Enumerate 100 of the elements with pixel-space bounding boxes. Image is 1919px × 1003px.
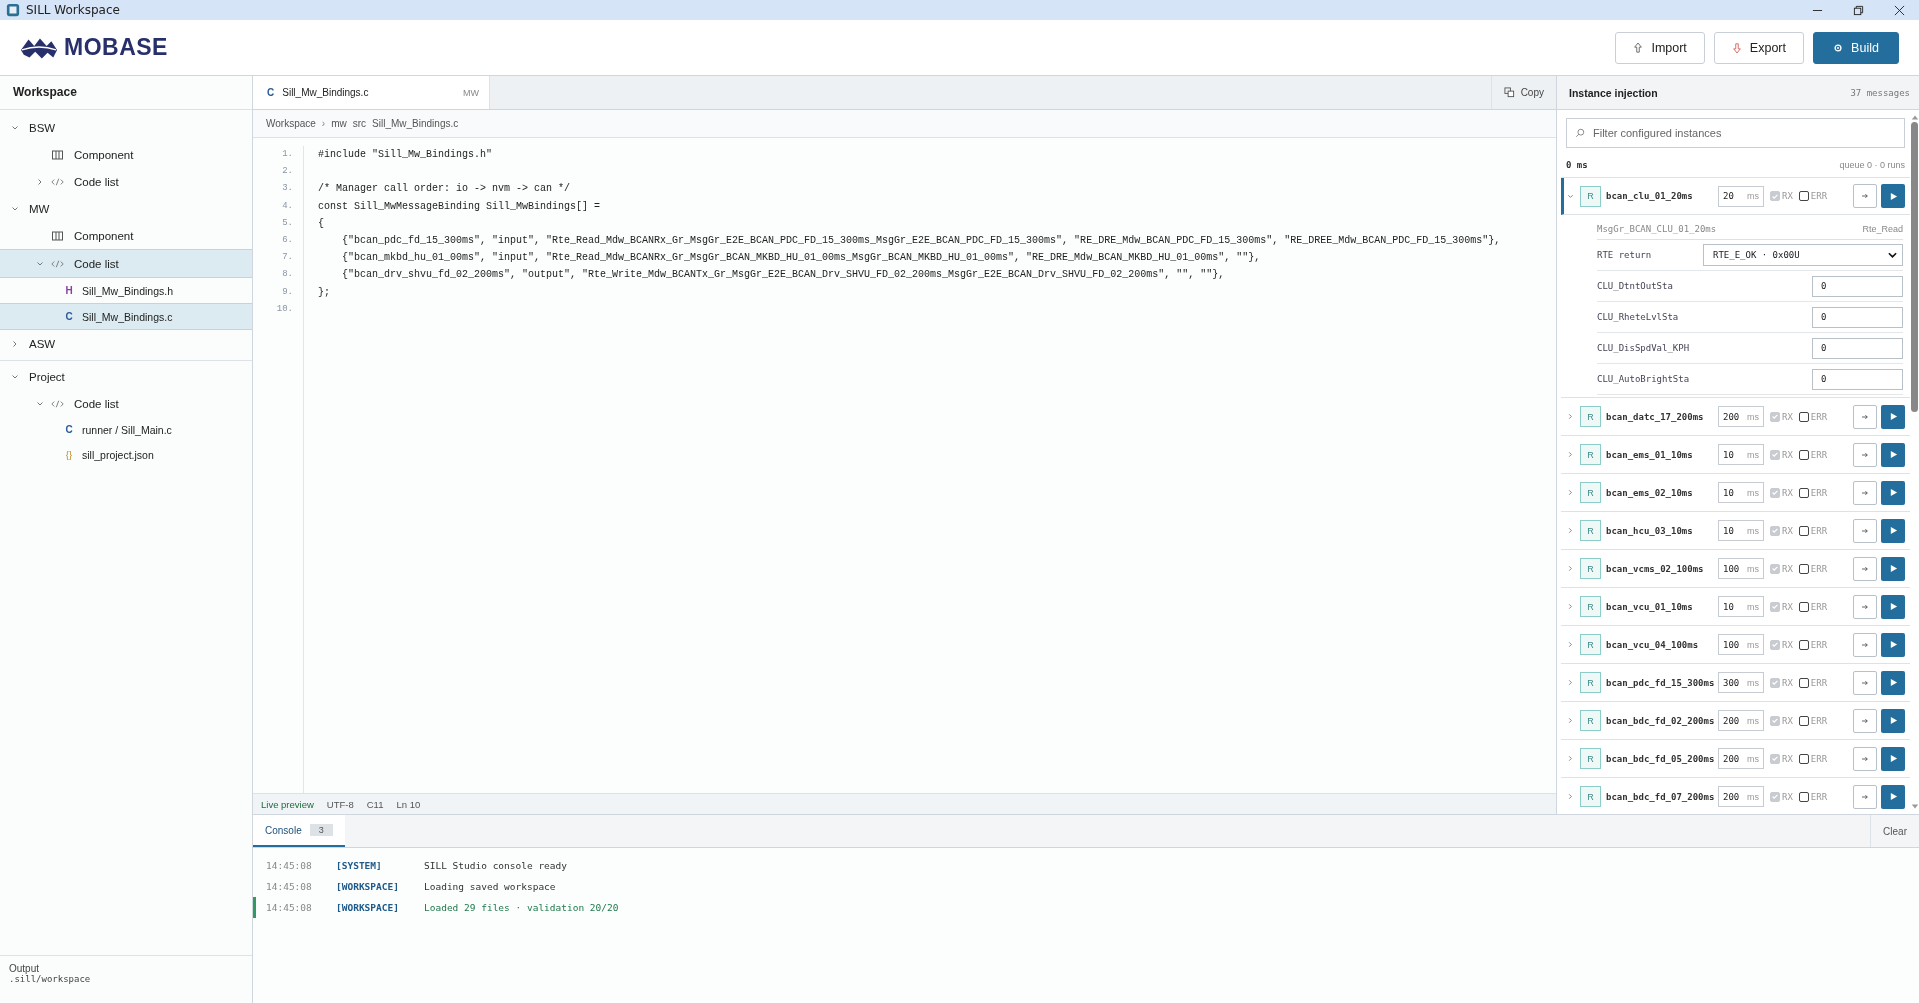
rx-checkbox[interactable] (1770, 449, 1780, 460)
instance-row[interactable]: R bcan_pdc_fd_15_300ms 300 ms RX ERR (1561, 664, 1910, 702)
tree-file[interactable]: C Sill_Mw_Bindings.c (0, 303, 252, 330)
chevron-icon[interactable] (11, 123, 19, 132)
tree-section[interactable]: BSW (0, 114, 252, 141)
clear-button[interactable]: Clear (1870, 815, 1919, 847)
build-button[interactable]: Build (1813, 31, 1899, 64)
err-checkbox[interactable] (1798, 449, 1809, 460)
period-field[interactable]: 200 ms (1718, 406, 1764, 427)
err-checkbox[interactable] (1798, 411, 1809, 422)
chevron-icon[interactable] (1567, 717, 1574, 724)
period-field[interactable]: 10 ms (1718, 520, 1764, 541)
instance-row[interactable]: R bcan_datc_17_200ms 200 ms RX ERR (1561, 398, 1910, 436)
copy-button[interactable]: Copy (1490, 76, 1556, 109)
instance-row[interactable]: R bcan_hcu_03_10ms 10 ms RX ERR (1561, 512, 1910, 550)
play-button[interactable] (1881, 784, 1905, 809)
rx-checkbox[interactable] (1770, 677, 1780, 688)
period-field[interactable]: 300 ms (1718, 672, 1764, 693)
err-checkbox[interactable] (1798, 677, 1809, 688)
tree-item[interactable]: Component (0, 141, 252, 168)
rx-checkbox[interactable] (1770, 639, 1780, 650)
chevron-icon[interactable] (1567, 527, 1574, 534)
play-button[interactable] (1881, 556, 1905, 581)
instance-row[interactable]: R bcan_clu_01_20ms 20 ms RX ERR (1561, 178, 1910, 215)
rx-checkbox[interactable] (1770, 487, 1780, 498)
err-checkbox[interactable] (1798, 525, 1809, 536)
maximize-icon[interactable] (1853, 4, 1864, 16)
rx-checkbox[interactable] (1770, 715, 1780, 726)
export-button[interactable]: Export (1713, 31, 1804, 64)
breadcrumb-item[interactable]: Sill_Mw_Bindings.c (372, 118, 459, 129)
rx-checkbox[interactable] (1770, 563, 1780, 574)
play-button[interactable] (1881, 480, 1905, 505)
chevron-icon[interactable] (11, 204, 19, 213)
period-field[interactable]: 200 ms (1718, 748, 1764, 769)
chevron-icon[interactable] (36, 259, 44, 268)
tree-item[interactable]: Code list (0, 249, 252, 278)
play-button[interactable] (1881, 184, 1905, 208)
instance-row[interactable]: R bcan_vcms_02_100ms 100 ms RX ERR (1561, 550, 1910, 588)
period-field[interactable]: 200 ms (1718, 786, 1764, 807)
scroll-down-icon[interactable] (1910, 804, 1919, 810)
tree-file[interactable]: {} sill_project.json (0, 442, 252, 467)
rx-checkbox[interactable] (1770, 525, 1780, 536)
chevron-icon[interactable] (1567, 603, 1574, 610)
instance-row[interactable]: R bcan_bdc_fd_02_200ms 200 ms RX ERR (1561, 702, 1910, 740)
tree-section[interactable]: Project (0, 363, 252, 390)
chevron-icon[interactable] (1567, 755, 1574, 762)
rx-checkbox[interactable] (1770, 791, 1780, 802)
period-field[interactable]: 10 ms (1718, 596, 1764, 617)
return-dropdown[interactable]: RTE_E_OK · 0x00U (1703, 244, 1903, 266)
chevron-icon[interactable] (1567, 641, 1574, 648)
tree-item[interactable]: Code list (0, 168, 252, 195)
rx-checkbox[interactable] (1770, 601, 1780, 612)
play-button[interactable] (1881, 746, 1905, 771)
scroll-up-icon[interactable] (1910, 114, 1919, 120)
period-field[interactable]: 200 ms (1718, 710, 1764, 731)
period-field[interactable]: 20 ms (1718, 185, 1764, 207)
period-field[interactable]: 100 ms (1718, 634, 1764, 655)
period-field[interactable]: 10 ms (1718, 444, 1764, 465)
chevron-icon[interactable] (36, 399, 44, 408)
chevron-icon[interactable] (1567, 679, 1574, 686)
file-tab[interactable]: C Sill_Mw_Bindings.c MW (253, 76, 490, 109)
err-checkbox[interactable] (1798, 563, 1809, 574)
err-checkbox[interactable] (1798, 639, 1809, 650)
chevron-icon[interactable] (36, 177, 44, 186)
instance-row[interactable]: R bcan_vcu_01_10ms 10 ms RX ERR (1561, 588, 1910, 626)
tree-file[interactable]: H Sill_Mw_Bindings.h (0, 278, 252, 303)
instance-row[interactable]: R bcan_vcu_04_100ms 100 ms RX ERR (1561, 626, 1910, 664)
tree-item[interactable]: Component (0, 222, 252, 249)
signal-value-field[interactable]: 0 (1812, 275, 1903, 297)
err-checkbox[interactable] (1798, 715, 1809, 726)
chevron-icon[interactable] (1567, 793, 1574, 800)
period-field[interactable]: 100 ms (1718, 558, 1764, 579)
instance-row[interactable]: R bcan_ems_01_10ms 10 ms RX ERR (1561, 436, 1910, 474)
breadcrumb-item[interactable]: mw (331, 118, 347, 129)
chevron-icon[interactable] (1567, 192, 1574, 200)
instance-row[interactable]: R bcan_bdc_fd_05_200ms 200 ms RX ERR (1561, 740, 1910, 778)
play-button[interactable] (1881, 594, 1905, 619)
err-checkbox[interactable] (1798, 601, 1809, 612)
chevron-icon[interactable] (1567, 413, 1574, 420)
play-button[interactable] (1881, 442, 1905, 467)
chevron-icon[interactable] (11, 372, 19, 381)
err-checkbox[interactable] (1798, 487, 1809, 498)
play-button[interactable] (1881, 518, 1905, 543)
play-button[interactable] (1881, 670, 1905, 695)
rx-checkbox[interactable] (1770, 753, 1780, 764)
breadcrumb-item[interactable]: Workspace (266, 118, 316, 129)
import-button[interactable]: Import (1615, 31, 1705, 64)
instance-row[interactable]: R bcan_ems_02_10ms 10 ms RX ERR (1561, 474, 1910, 512)
tree-item[interactable]: Code list (0, 390, 252, 417)
chevron-icon[interactable] (11, 339, 19, 348)
signal-value-field[interactable]: 0 (1812, 337, 1903, 359)
play-button[interactable] (1881, 632, 1905, 657)
breadcrumb-item[interactable]: src (352, 118, 367, 129)
err-checkbox[interactable] (1798, 753, 1809, 764)
close-icon[interactable] (1894, 4, 1905, 16)
tree-section[interactable]: MW (0, 195, 252, 222)
chevron-icon[interactable] (1567, 565, 1574, 572)
err-checkbox[interactable] (1798, 191, 1809, 201)
play-button[interactable] (1881, 404, 1905, 429)
chevron-icon[interactable] (1567, 489, 1574, 496)
